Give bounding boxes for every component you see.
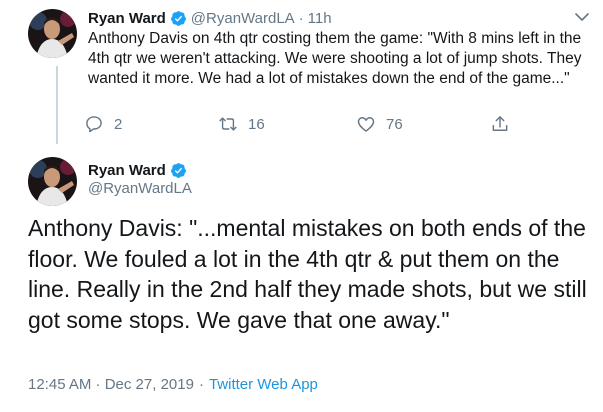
author-name-row: Ryan Ward bbox=[88, 160, 191, 180]
like-count: 76 bbox=[386, 115, 403, 133]
tweet-time[interactable]: 11h bbox=[308, 10, 332, 27]
author-handle[interactable]: @RyanWardLA bbox=[88, 180, 192, 197]
tweet-source-link[interactable]: Twitter Web App bbox=[209, 376, 318, 393]
reply-button[interactable]: 2 bbox=[84, 113, 122, 135]
share-icon bbox=[492, 116, 508, 131]
share-button[interactable] bbox=[490, 113, 520, 135]
like-icon bbox=[357, 117, 375, 132]
separator-dot: · bbox=[298, 9, 304, 27]
avatar[interactable] bbox=[28, 157, 77, 206]
reply-icon bbox=[86, 116, 102, 133]
like-button[interactable]: 76 bbox=[356, 113, 403, 135]
author-handle[interactable]: @RyanWardLA bbox=[191, 10, 295, 27]
reply-count: 2 bbox=[114, 115, 123, 133]
retweet-count: 16 bbox=[248, 115, 265, 133]
retweet-button[interactable]: 16 bbox=[218, 113, 265, 135]
tweet-header: Ryan Ward @RyanWardLA · 11h bbox=[88, 8, 332, 28]
separator-dot: · bbox=[198, 376, 204, 393]
verified-icon bbox=[170, 162, 187, 179]
tweet-actions: 2 16 76 bbox=[84, 113, 524, 135]
tweet-timestamp[interactable]: 12:45 AM · Dec 27, 2019 bbox=[28, 376, 194, 393]
retweet-icon bbox=[219, 117, 237, 131]
tweet-text: Anthony Davis: "...mental mistakes on bo… bbox=[28, 215, 587, 333]
tweet-text: Anthony Davis on 4th qtr costing them th… bbox=[88, 30, 582, 87]
verified-icon bbox=[170, 10, 187, 27]
author-name[interactable]: Ryan Ward bbox=[88, 10, 166, 27]
thread-connector-line bbox=[56, 66, 58, 144]
avatar[interactable] bbox=[28, 9, 77, 58]
tweet-meta: 12:45 AM · Dec 27, 2019 · Twitter Web Ap… bbox=[28, 376, 318, 393]
author-name[interactable]: Ryan Ward bbox=[88, 162, 166, 179]
chevron-down-icon[interactable] bbox=[575, 12, 589, 22]
